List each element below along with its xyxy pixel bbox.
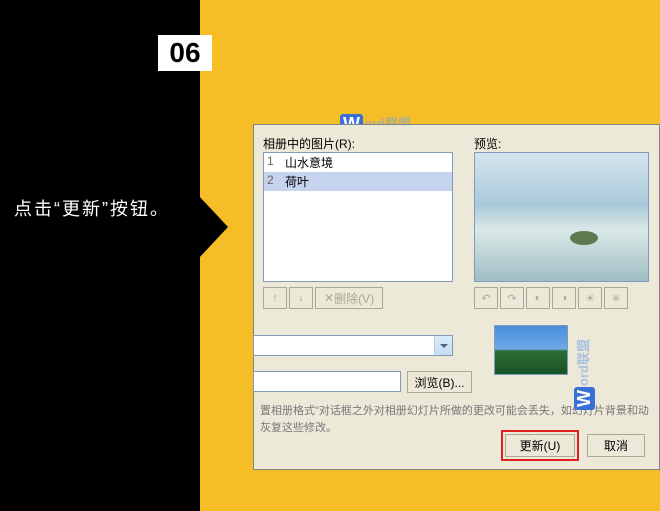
chevron-down-icon[interactable] [434, 336, 452, 355]
brightness-up-icon[interactable]: ☀ [578, 287, 602, 309]
arrow-right-icon [198, 195, 228, 259]
brightness-down-icon[interactable]: ✳ [604, 287, 628, 309]
image-adjust-controls: ↶ ↷ ◐ ◑ ☀ ✳ [474, 287, 628, 309]
move-up-button[interactable]: ↑ [263, 287, 287, 309]
list-controls: ↑ ↓ ✕ 删除(V) [263, 287, 383, 309]
rotate-right-icon[interactable]: ↷ [500, 287, 524, 309]
step-number-badge: 06 [158, 35, 212, 71]
list-item-number: 2 [267, 173, 285, 190]
preview-image [474, 152, 649, 282]
layout-thumbnail [494, 325, 568, 375]
remove-button[interactable]: ✕ 删除(V) [315, 287, 383, 309]
layout-dropdown[interactable] [253, 335, 453, 356]
step-instruction: 点击“更新”按钮。 [14, 194, 184, 225]
list-item-number: 1 [267, 154, 285, 171]
list-item-name: 山水意境 [285, 154, 333, 171]
list-item-name: 荷叶 [285, 173, 309, 190]
contrast-up-icon[interactable]: ◐ [526, 287, 550, 309]
watermark-side: Word联盟 [573, 339, 595, 410]
pictures-label: 相册中的图片(R): [263, 135, 355, 152]
warning-note: 置相册格式"对话框之外对相册幻灯片所做的更改可能会丢失，如幻灯片背景和动灰复这些… [260, 403, 655, 436]
cancel-button[interactable]: 取消 [587, 434, 645, 457]
picture-list[interactable]: 1 山水意境 2 荷叶 [263, 152, 453, 282]
footer-buttons: 更新(U) 取消 [505, 434, 645, 457]
path-input[interactable] [253, 371, 401, 392]
contrast-down-icon[interactable]: ◑ [552, 287, 576, 309]
list-item[interactable]: 2 荷叶 [264, 172, 452, 191]
rotate-left-icon[interactable]: ↶ [474, 287, 498, 309]
preview-label: 预览: [474, 135, 501, 152]
album-format-dialog: 相册中的图片(R): 预览: 1 山水意境 2 荷叶 ↑ ↓ ✕ 删除(V) ↶… [253, 124, 660, 470]
move-down-button[interactable]: ↓ [289, 287, 313, 309]
preview-content [570, 231, 598, 245]
update-button[interactable]: 更新(U) [505, 434, 575, 457]
left-panel [0, 0, 200, 511]
list-item[interactable]: 1 山水意境 [264, 153, 452, 172]
browse-button[interactable]: 浏览(B)... [407, 371, 472, 393]
